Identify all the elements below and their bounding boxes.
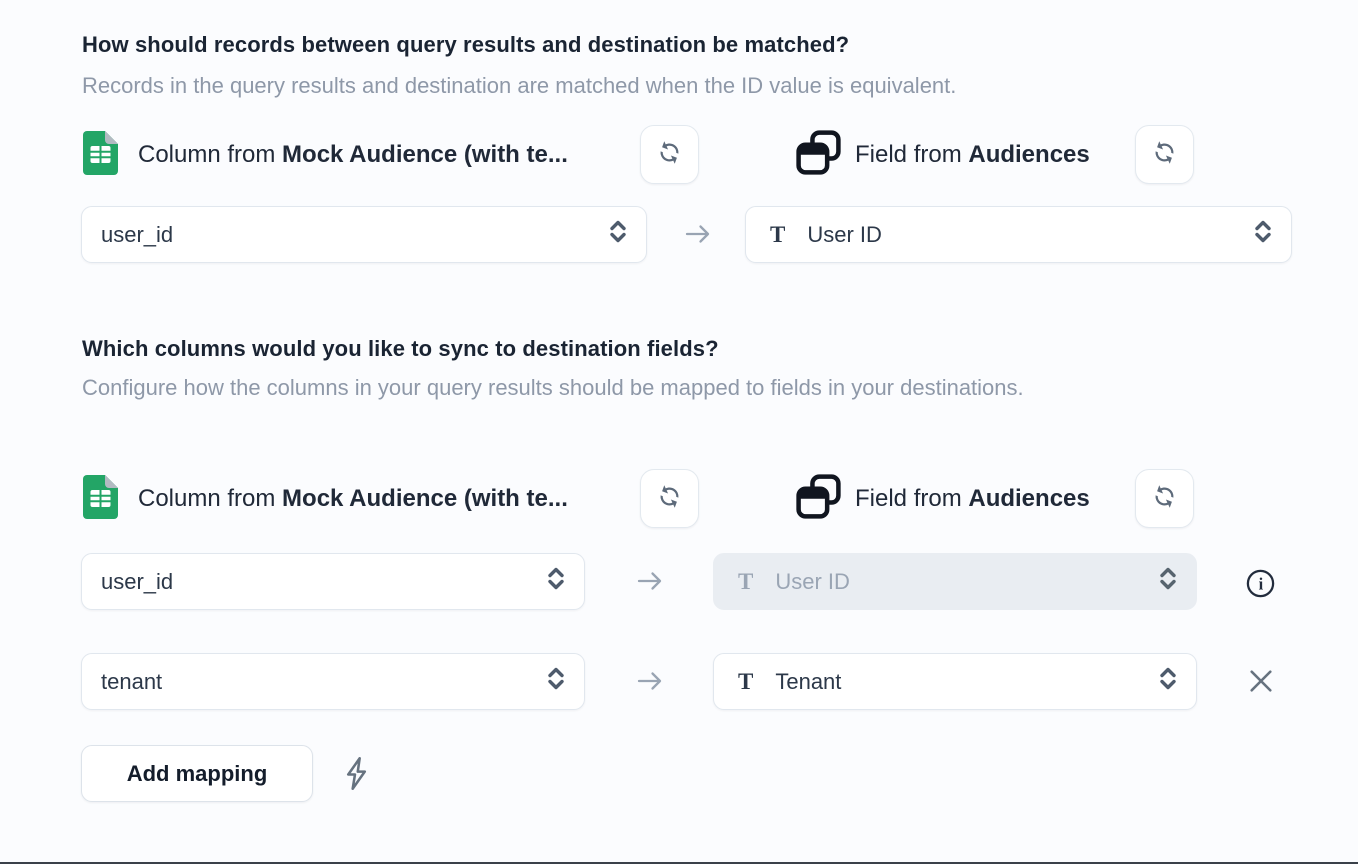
- google-sheets-icon: [83, 131, 118, 180]
- updown-chevrons-icon: [546, 664, 566, 699]
- sync-arrows-icon: [1151, 139, 1178, 171]
- matching-dest-label: Field from Audiences: [855, 141, 1090, 169]
- matching-source-label: Column from Mock Audience (with te...: [138, 141, 568, 169]
- right-arrow-icon: [683, 221, 713, 252]
- mapping-row-dest-value: User ID: [775, 569, 850, 595]
- matching-source-header: Column from Mock Audience (with te...: [83, 126, 568, 184]
- refresh-source-columns-button[interactable]: [640, 125, 699, 184]
- info-circle-icon[interactable]: i: [1245, 568, 1276, 599]
- sync-arrows-icon: [656, 483, 683, 515]
- mapping-row-source-select[interactable]: tenant: [81, 653, 585, 710]
- text-type-glyph: T: [738, 569, 753, 595]
- text-type-glyph: T: [770, 222, 785, 248]
- matching-dest-select[interactable]: T User ID: [745, 206, 1292, 263]
- sync-arrows-icon: [656, 139, 683, 171]
- mapping-source-label: Column from Mock Audience (with te...: [138, 485, 568, 513]
- sync-arrows-icon: [1151, 483, 1178, 515]
- mapping-dest-header: Field from Audiences: [796, 470, 1090, 528]
- mapping-row-source-select[interactable]: user_id: [81, 553, 585, 610]
- matching-dest-header: Field from Audiences: [796, 126, 1090, 184]
- mapping-source-header: Column from Mock Audience (with te...: [83, 470, 568, 528]
- matching-dest-value: User ID: [807, 222, 882, 248]
- right-arrow-icon: [635, 568, 665, 599]
- svg-text:i: i: [1259, 574, 1264, 593]
- mapping-title: Which columns would you like to sync to …: [82, 336, 719, 362]
- refresh-dest-fields-button[interactable]: [1135, 469, 1194, 528]
- matching-subtitle: Records in the query results and destina…: [82, 66, 956, 106]
- matching-title: How should records between query results…: [82, 32, 849, 58]
- refresh-dest-fields-button[interactable]: [1135, 125, 1194, 184]
- matching-source-select[interactable]: user_id: [81, 206, 647, 263]
- mapping-row-source-value: tenant: [101, 669, 162, 695]
- updown-chevrons-icon: [546, 564, 566, 599]
- updown-chevrons-icon: [1158, 664, 1178, 699]
- updown-chevrons-icon: [1158, 564, 1178, 599]
- matching-source-value: user_id: [101, 222, 173, 248]
- add-mapping-button[interactable]: Add mapping: [81, 745, 313, 802]
- sync-mapping-panel: How should records between query results…: [0, 0, 1358, 864]
- mapping-row-dest-value: Tenant: [775, 669, 841, 695]
- right-arrow-icon: [635, 668, 665, 699]
- updown-chevrons-icon: [1253, 217, 1273, 252]
- refresh-source-columns-button[interactable]: [640, 469, 699, 528]
- audiences-window-icon: [796, 130, 841, 180]
- mapping-dest-label: Field from Audiences: [855, 485, 1090, 513]
- audiences-window-icon: [796, 474, 841, 524]
- mapping-row-source-value: user_id: [101, 569, 173, 595]
- updown-chevrons-icon: [608, 217, 628, 252]
- mapping-row-dest-select[interactable]: T Tenant: [713, 653, 1197, 710]
- x-close-icon[interactable]: [1246, 666, 1276, 696]
- mapping-row-dest-select-disabled: T User ID: [713, 553, 1197, 610]
- lightning-bolt-icon[interactable]: [343, 757, 370, 790]
- text-type-glyph: T: [738, 669, 753, 695]
- google-sheets-icon: [83, 475, 118, 524]
- mapping-subtitle: Configure how the columns in your query …: [82, 368, 1052, 408]
